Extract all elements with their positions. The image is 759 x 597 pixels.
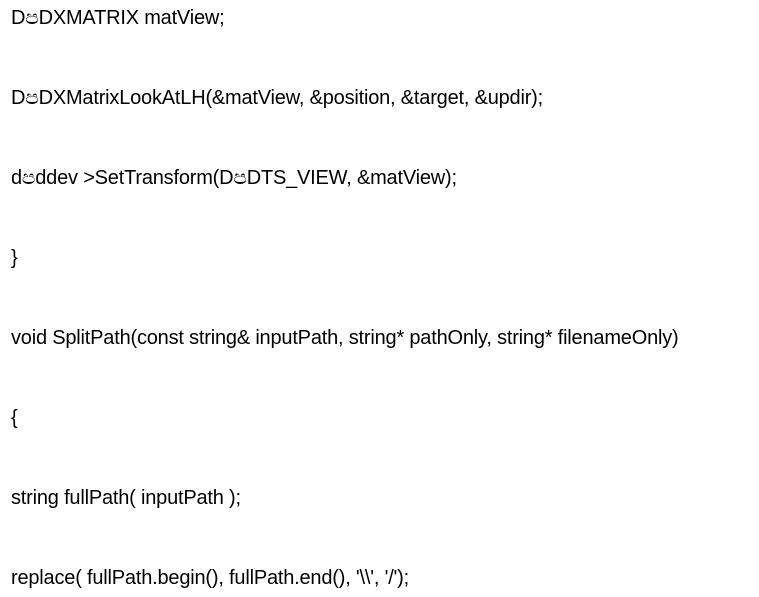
code-line-4: } bbox=[11, 247, 18, 269]
code-line-8: replace( fullPath.begin(), fullPath.end(… bbox=[11, 567, 409, 589]
code-line-5: void SplitPath(const string& inputPath, … bbox=[11, 327, 679, 349]
code-line-3: dපddev >SetTransform(DපDTS_VIEW, &matVie… bbox=[11, 167, 457, 189]
code-line-6: { bbox=[11, 407, 18, 429]
code-line-7: string fullPath( inputPath ); bbox=[11, 487, 241, 509]
code-line-2: DපDXMatrixLookAtLH(&matView, &position, … bbox=[11, 87, 543, 109]
document-page: DපDXMATRIX matView; DපDXMatrixLookAtLH(&… bbox=[0, 0, 759, 597]
code-line-1: DපDXMATRIX matView; bbox=[11, 7, 225, 29]
